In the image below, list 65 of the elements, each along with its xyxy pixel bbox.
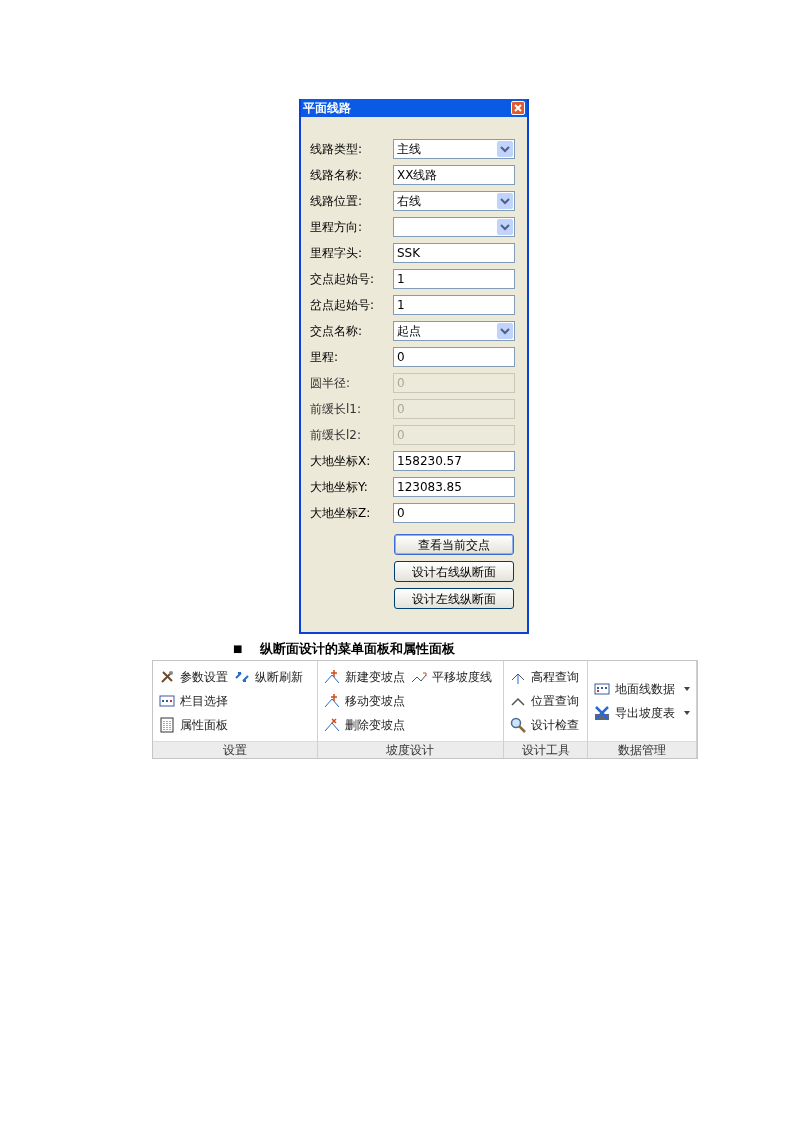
slope-point-icon — [323, 717, 340, 733]
ribbon-button[interactable]: 平移坡度线 — [410, 667, 492, 687]
field-label: 大地坐标Y: — [310, 479, 369, 496]
export-table-icon — [594, 705, 610, 721]
ribbon-button[interactable]: 移动变坡点 — [323, 691, 405, 711]
slope-point-icon — [323, 669, 340, 685]
input-field[interactable]: 0 — [393, 503, 515, 523]
input-field[interactable]: SSK — [393, 243, 515, 263]
dialog-button[interactable]: 查看当前交点 — [394, 534, 514, 555]
field-label: 线路类型: — [310, 141, 364, 158]
close-button[interactable] — [511, 101, 525, 115]
caret-icon — [684, 687, 690, 691]
grid-icon — [594, 681, 610, 697]
ribbon-button[interactable]: 导出坡度表 — [594, 703, 690, 723]
ribbon-button[interactable]: 位置查询 — [510, 691, 580, 711]
field-label: 交点名称: — [310, 323, 364, 340]
field-label: 圆半径: — [310, 375, 352, 392]
field-label: 前缓长l2: — [310, 427, 362, 444]
input-field[interactable]: 0 — [393, 347, 515, 367]
tools-icon — [159, 669, 175, 685]
panel-icon — [159, 717, 175, 733]
input-field[interactable]: 123083.85 — [393, 477, 515, 497]
ribbon-button[interactable]: 属性面板 — [159, 715, 228, 735]
window-title: 平面线路 — [303, 100, 351, 117]
field-label: 大地坐标X: — [310, 453, 372, 470]
ribbon-button[interactable]: 新建变坡点 — [323, 667, 405, 687]
bullet-icon: ■ — [233, 644, 260, 654]
group-label: 坡度设计 — [317, 741, 504, 758]
close-icon — [514, 104, 522, 112]
dropdown-field[interactable]: 主线 — [393, 139, 515, 159]
field-label: 里程: — [310, 349, 340, 366]
caption: 纵断面设计的菜单面板和属性面板 — [260, 640, 455, 659]
group-label: 设计工具 — [504, 741, 587, 758]
ribbon-button[interactable]: 栏目选择 — [159, 691, 228, 711]
ribbon-button[interactable]: 设计检查 — [510, 715, 580, 735]
search-icon — [510, 717, 527, 733]
field-label: 交点起始号: — [310, 271, 376, 288]
field-label: 线路位置: — [310, 193, 364, 210]
columns-icon — [159, 693, 175, 709]
field-label: 线路名称: — [310, 167, 364, 184]
dropdown-field[interactable]: 右线 — [393, 191, 515, 211]
field-label: 里程方向: — [310, 219, 364, 236]
group-label: 数据管理 — [588, 741, 696, 758]
ribbon-button[interactable]: 纵断刷新 — [234, 667, 303, 687]
field-label: 大地坐标Z: — [310, 505, 372, 522]
input-field[interactable]: 158230.57 — [393, 451, 515, 471]
dialog-button[interactable]: 设计左线纵断面 — [394, 588, 514, 609]
field-label: 里程字头: — [310, 245, 364, 262]
ribbon-button[interactable]: 高程查询 — [510, 667, 580, 687]
refresh-icon — [234, 669, 250, 685]
slope-point-icon — [323, 693, 340, 709]
group-label: 设置 — [153, 741, 317, 758]
dialog-button[interactable]: 设计右线纵断面 — [394, 561, 514, 582]
input-field[interactable]: 1 — [393, 269, 515, 289]
slope-line-icon — [410, 669, 427, 685]
input-field[interactable]: 1 — [393, 295, 515, 315]
dropdown-field[interactable]: 起点 — [393, 321, 515, 341]
caret-icon — [684, 711, 690, 715]
ribbon-button[interactable]: 删除变坡点 — [323, 715, 405, 735]
dropdown-field[interactable] — [393, 217, 515, 237]
ribbon-button[interactable]: 参数设置 — [159, 667, 228, 687]
field-label: 岔点起始号: — [310, 297, 376, 314]
input-field[interactable]: XX线路 — [393, 165, 515, 185]
ribbon-button[interactable]: 地面线数据 — [594, 679, 690, 699]
field-label: 前缓长l1: — [310, 401, 362, 418]
